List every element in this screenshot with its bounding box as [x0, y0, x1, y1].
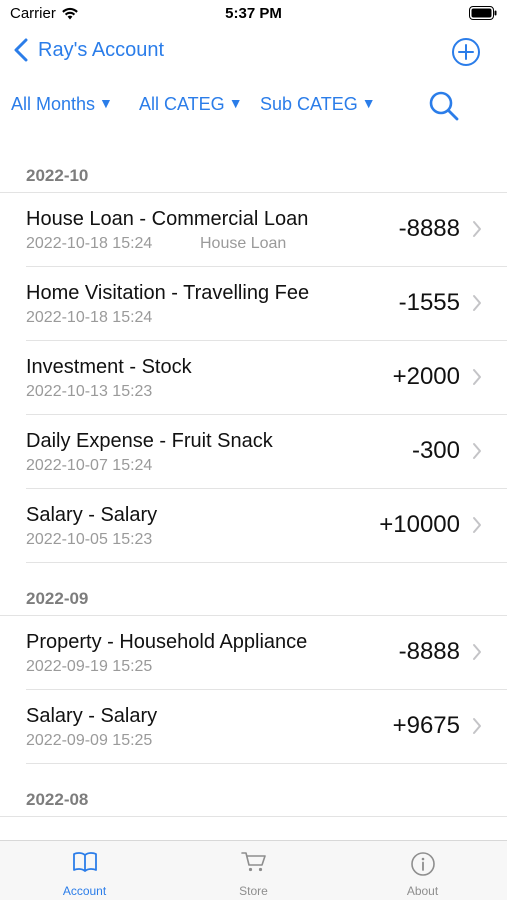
- transaction-title: House Loan - Commercial Loan: [26, 208, 309, 230]
- transaction-amount: -300: [411, 437, 460, 464]
- chevron-left-icon: [14, 38, 28, 62]
- transaction-row[interactable]: Property - Household Appliance 2022-09-19…: [26, 616, 507, 690]
- category-filter-label: All CATEG: [139, 94, 225, 114]
- caret-down-icon: ▼: [228, 95, 243, 111]
- plus-circle-icon[interactable]: [451, 37, 481, 67]
- filter-bar: All Months ▼ All CATEG ▼ Sub CATEG ▼: [0, 86, 507, 126]
- section-header: 2022-10: [0, 140, 507, 193]
- cart-icon: [240, 852, 266, 872]
- transaction-row[interactable]: Salary - Salary 2022-10-05 15:23 +10000: [26, 489, 507, 563]
- transaction-amount: -8888: [398, 215, 460, 242]
- tab-store[interactable]: Store: [169, 841, 338, 900]
- caret-down-icon: ▼: [361, 95, 376, 111]
- tab-about-label: About: [406, 884, 439, 898]
- transaction-row[interactable]: Salary - Salary 2022-09-09 15:25 +9675: [26, 690, 507, 764]
- chevron-right-icon: [473, 443, 481, 459]
- transaction-date: 2022-10-13 15:23: [26, 383, 153, 400]
- tab-about[interactable]: About: [338, 841, 507, 900]
- transaction-date: 2022-10-07 15:24: [26, 457, 153, 474]
- transaction-date: 2022-10-05 15:23: [26, 531, 153, 548]
- tab-bar: Account Store About: [0, 840, 507, 900]
- transaction-amount: +9675: [392, 712, 460, 739]
- transaction-date: 2022-09-19 15:25: [26, 658, 153, 675]
- caret-down-icon: ▼: [99, 95, 113, 111]
- status-time: 5:37 PM: [225, 5, 282, 22]
- transaction-title: Property - Household Appliance: [26, 631, 308, 653]
- tab-store-label: Store: [239, 884, 268, 898]
- back-button[interactable]: Ray's Account: [14, 38, 164, 62]
- back-button-label: Ray's Account: [38, 38, 165, 61]
- transaction-row[interactable]: Home Visitation - Travelling Fee 2022-10-…: [26, 267, 507, 341]
- tab-account[interactable]: Account: [0, 841, 169, 900]
- app-screen: Carrier 5:37 PM Ray's Account All Months…: [0, 0, 507, 900]
- chevron-right-icon: [473, 517, 481, 533]
- transaction-amount: +10000: [379, 511, 460, 538]
- info-icon: [410, 852, 435, 876]
- transaction-title: Salary - Salary: [26, 705, 158, 727]
- battery-icon: [469, 6, 497, 20]
- section-header: 2022-08: [0, 764, 507, 817]
- months-filter[interactable]: All Months ▼: [11, 94, 113, 115]
- transaction-row[interactable]: House Loan - Commercial Loan 2022-10-18 1…: [26, 193, 507, 267]
- chevron-right-icon: [473, 295, 481, 311]
- tab-account-label: Account: [62, 884, 107, 898]
- transaction-row[interactable]: Daily Expense - Fruit Snack 2022-10-07 15…: [26, 415, 507, 489]
- sub-category-filter[interactable]: Sub CATEG ▼: [260, 94, 376, 115]
- transaction-amount: -8888: [398, 638, 460, 665]
- transaction-date: 2022-10-18 15:24: [26, 309, 153, 326]
- navigation-bar: Ray's Account: [0, 30, 507, 76]
- transaction-amount: +2000: [392, 363, 460, 390]
- transaction-row[interactable]: Investment - Stock 2022-10-13 15:23 +2000: [26, 341, 507, 415]
- status-bar: Carrier 5:37 PM: [0, 0, 507, 30]
- transaction-note: House Loan: [200, 235, 287, 252]
- transaction-date: 2022-10-18 15:24: [26, 235, 153, 252]
- chevron-right-icon: [473, 718, 481, 734]
- book-icon: [72, 852, 97, 872]
- chevron-right-icon: [473, 644, 481, 660]
- section-header: 2022-09: [0, 563, 507, 616]
- transaction-title: Home Visitation - Travelling Fee: [26, 282, 310, 304]
- transaction-title: Investment - Stock: [26, 356, 192, 378]
- chevron-right-icon: [473, 369, 481, 385]
- transaction-amount: -1555: [398, 289, 460, 316]
- transaction-title: Daily Expense - Fruit Snack: [26, 430, 273, 452]
- search-icon[interactable]: [428, 90, 460, 122]
- category-filter[interactable]: All CATEG ▼: [139, 94, 243, 115]
- chevron-right-icon: [473, 221, 481, 237]
- transaction-title: Salary - Salary: [26, 504, 158, 526]
- sub-category-filter-label: Sub CATEG: [260, 94, 358, 114]
- months-filter-label: All Months: [11, 94, 96, 114]
- transaction-list: 2022-10 House Loan - Commercial Loan 2022-…: [0, 140, 507, 840]
- transaction-date: 2022-09-09 15:25: [26, 732, 153, 749]
